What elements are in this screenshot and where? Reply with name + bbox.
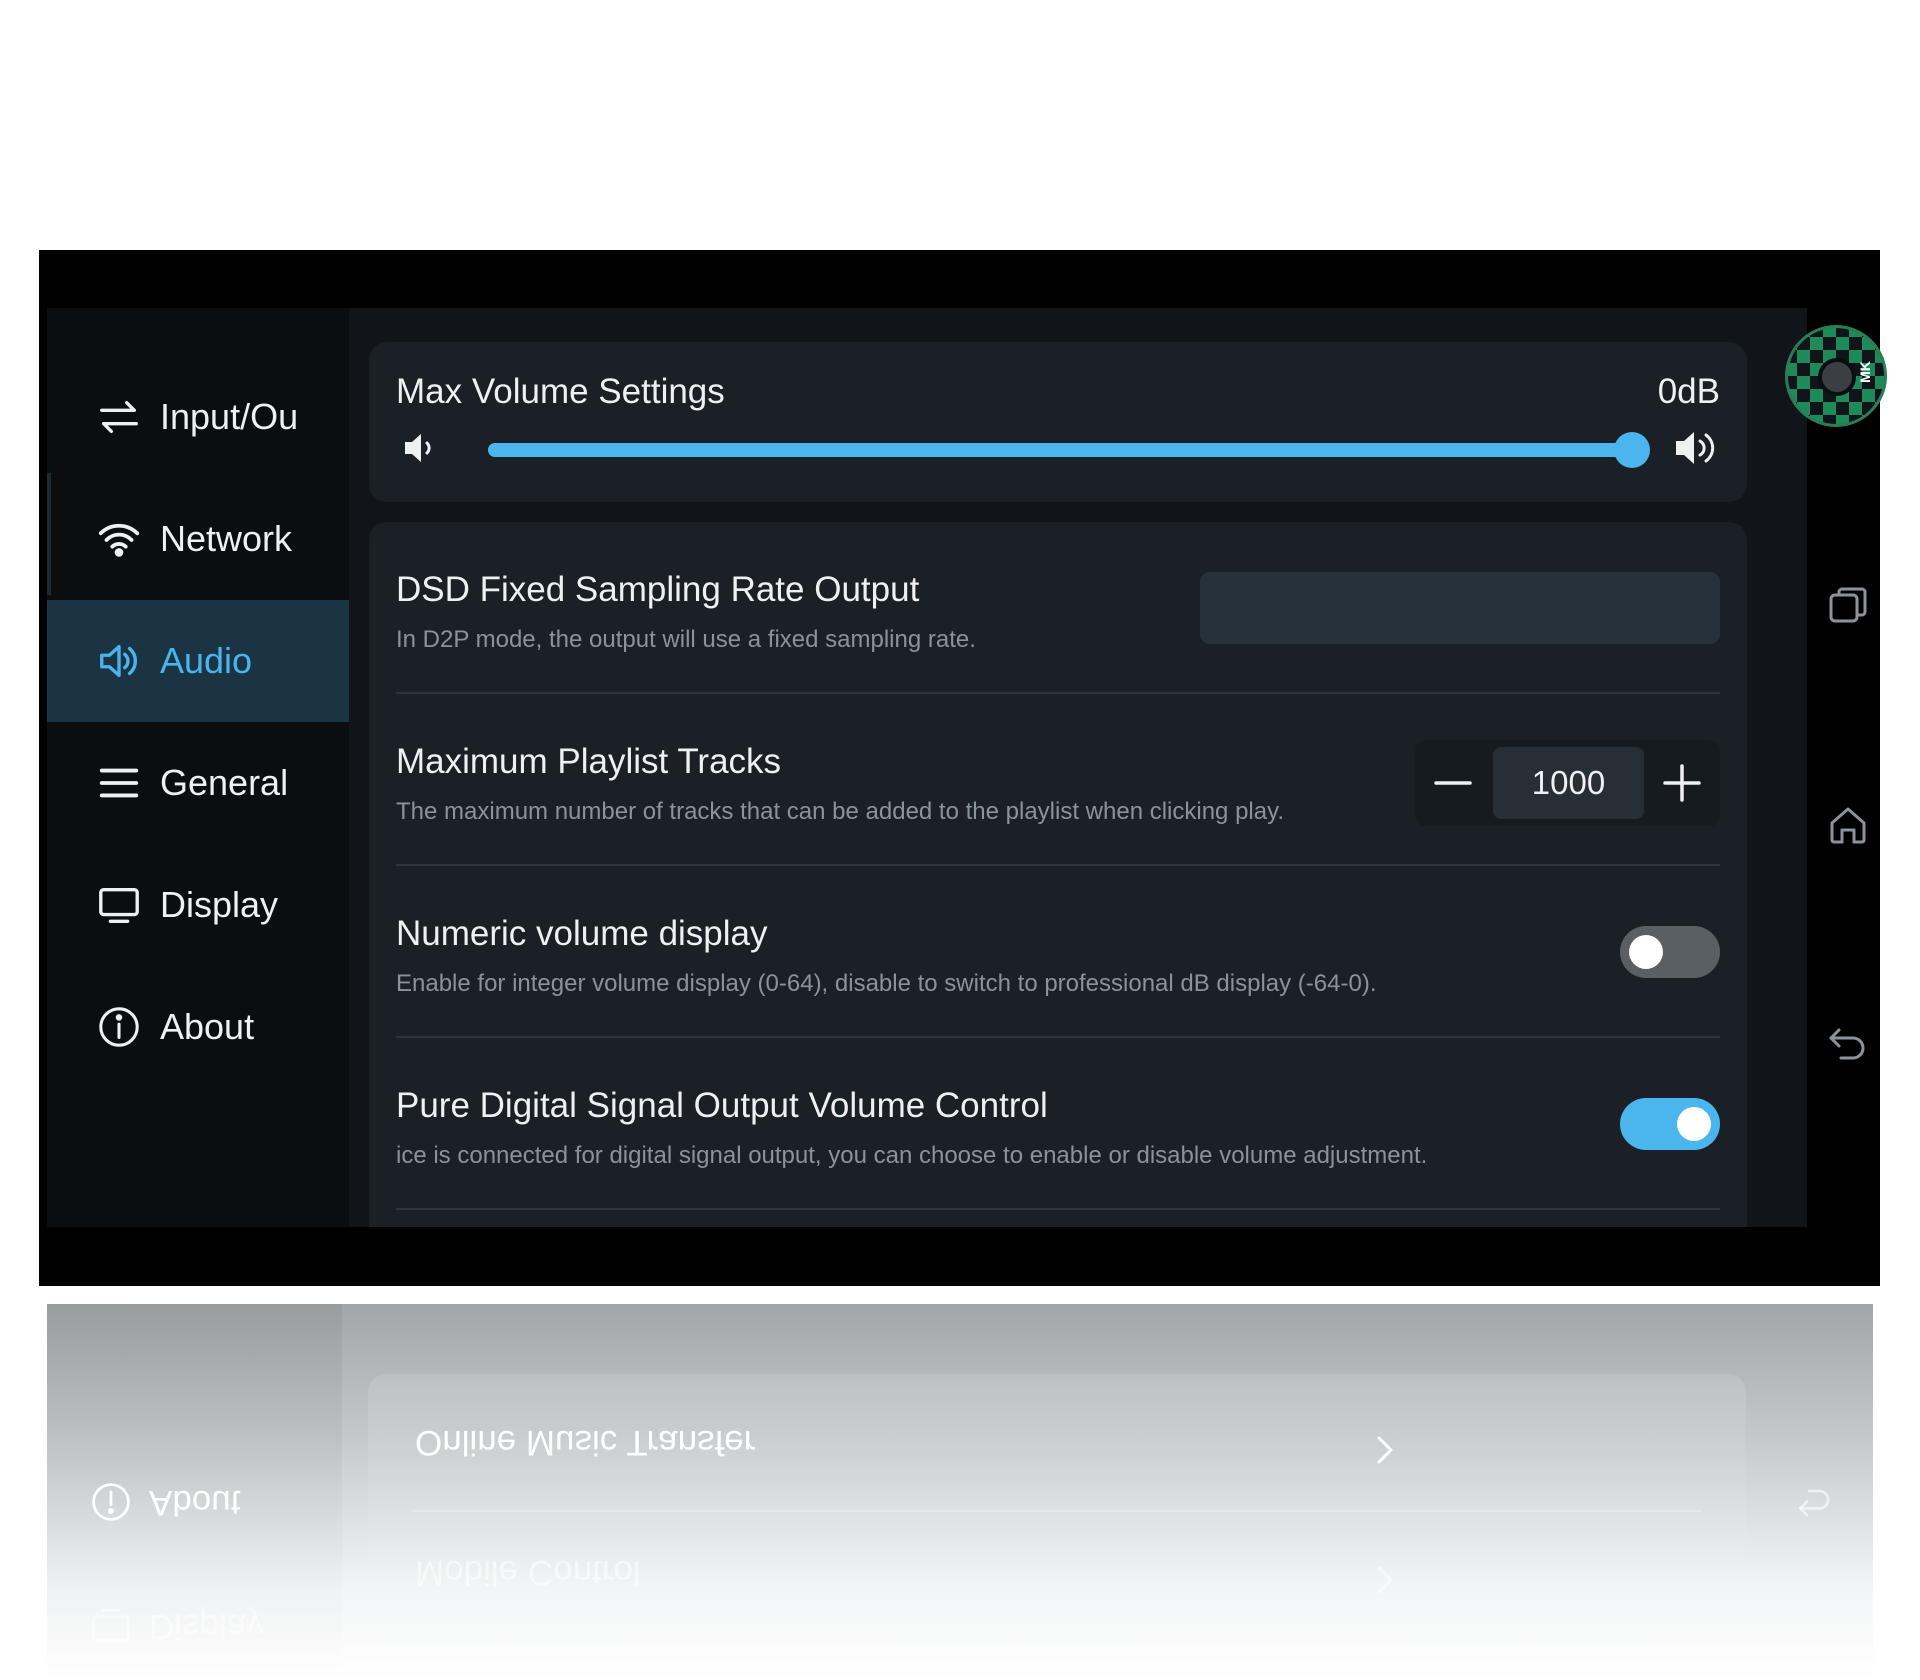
playlist-tracks-title: Maximum Playlist Tracks: [396, 742, 782, 781]
toggle-knob: [1677, 1107, 1711, 1141]
user-avatar[interactable]: MK: [1785, 325, 1887, 427]
sidebar-item-label: Audio: [160, 640, 253, 681]
dsd-sampling-title: DSD Fixed Sampling Rate Output: [396, 570, 920, 609]
sidebar-item-input-output[interactable]: Input/Ou: [47, 356, 349, 478]
sidebar-item-general[interactable]: General: [47, 722, 349, 844]
pure-digital-title: Pure Digital Signal Output Volume Contro…: [396, 1086, 1048, 1125]
sidebar-item-label: General: [160, 762, 289, 803]
dsd-sampling-select[interactable]: [1200, 572, 1720, 644]
reflection-card: [368, 1374, 1746, 1674]
reflection-back-icon: [1798, 1489, 1830, 1517]
decrement-button[interactable]: [1415, 740, 1491, 826]
dsd-sampling-description: In D2P mode, the output will use a fixed…: [396, 626, 976, 653]
sidebar-item-about[interactable]: About: [47, 966, 349, 1088]
app-screen: Input/Ou Network Audio General Display A…: [47, 308, 1807, 1227]
home-button[interactable]: [1825, 802, 1871, 848]
volume-high-icon: [1676, 432, 1715, 464]
home-icon: [1830, 807, 1866, 844]
wifi-icon: [95, 515, 143, 563]
pure-digital-toggle[interactable]: [1620, 1098, 1720, 1150]
info-icon: [95, 1003, 143, 1051]
audio-settings-list: DSD Fixed Sampling Rate Output In D2P mo…: [369, 522, 1747, 1227]
playlist-tracks-stepper: 1000: [1415, 740, 1720, 826]
input-output-icon: [95, 393, 143, 441]
reflection-info-icon: [92, 1483, 130, 1521]
sidebar-item-label: About: [160, 1006, 255, 1047]
monitor-icon: [95, 881, 143, 929]
recents-icon: [1829, 587, 1867, 623]
plus-icon: [1663, 764, 1701, 802]
max-volume-slider-fill: [488, 443, 1632, 457]
reflection-online-music-transfer: Online Music Transfer: [415, 1423, 756, 1462]
max-volume-title: Max Volume Settings: [396, 372, 725, 411]
menu-icon: [95, 759, 143, 807]
page: Input/Ou Network Audio General Display A…: [0, 0, 1920, 1680]
reflection-divider: [412, 1510, 1702, 1512]
increment-button[interactable]: [1644, 740, 1720, 826]
numeric-volume-title: Numeric volume display: [396, 914, 768, 953]
max-volume-slider[interactable]: [488, 432, 1650, 468]
toggle-knob: [1629, 935, 1663, 969]
pure-digital-row: Pure Digital Signal Output Volume Contro…: [396, 1038, 1720, 1210]
avatar-disc: [1818, 358, 1856, 396]
max-volume-slider-thumb[interactable]: [1614, 432, 1650, 468]
avatar-label: MK: [1857, 361, 1874, 383]
sidebar-item-audio[interactable]: Audio: [47, 600, 349, 722]
sidebar: Input/Ou Network Audio General Display A…: [47, 308, 349, 1227]
sidebar-item-label: Network: [160, 518, 293, 559]
numeric-volume-toggle[interactable]: [1620, 926, 1720, 978]
reflection-display: Display: [149, 1607, 264, 1646]
speaker-icon: [95, 637, 143, 685]
playlist-tracks-row: Maximum Playlist Tracks The maximum numb…: [396, 694, 1720, 866]
sidebar-item-label: Input/Ou: [160, 396, 299, 437]
minus-icon: [1434, 781, 1472, 785]
max-volume-value: 0dB: [1657, 372, 1720, 411]
reflection-chevron-right-icon: [1377, 1436, 1393, 1464]
numeric-volume-description: Enable for integer volume display (0-64)…: [396, 970, 1377, 997]
reflection-about: About: [149, 1483, 241, 1522]
settings-main: Max Volume Settings 0dB DSD Fixed Sampli…: [349, 308, 1807, 1227]
device-frame: Input/Ou Network Audio General Display A…: [39, 250, 1880, 1286]
sidebar-item-network[interactable]: Network: [47, 478, 349, 600]
numeric-volume-row: Numeric volume display Enable for intege…: [396, 866, 1720, 1038]
back-icon: [1829, 1028, 1865, 1060]
sidebar-item-display[interactable]: Display: [47, 844, 349, 966]
playlist-tracks-value[interactable]: 1000: [1493, 747, 1644, 819]
playlist-tracks-description: The maximum number of tracks that can be…: [396, 798, 1284, 825]
volume-low-icon: [405, 434, 431, 462]
reflection-chevron-right-icon: [1377, 1566, 1393, 1594]
back-button[interactable]: [1825, 1020, 1871, 1066]
sidebar-item-label: Display: [160, 884, 279, 925]
recents-button[interactable]: [1825, 583, 1871, 629]
screen-reflection: Online Music Transfer Mobile Control Abo…: [47, 1304, 1873, 1680]
reflection-monitor-icon: [92, 1609, 130, 1643]
reflection-mobile-control: Mobile Control: [415, 1553, 641, 1592]
pure-digital-description: ice is connected for digital signal outp…: [396, 1142, 1428, 1169]
dsd-sampling-row: DSD Fixed Sampling Rate Output In D2P mo…: [396, 522, 1720, 694]
row-divider: [396, 1208, 1720, 1210]
max-volume-card: Max Volume Settings 0dB: [369, 342, 1747, 502]
